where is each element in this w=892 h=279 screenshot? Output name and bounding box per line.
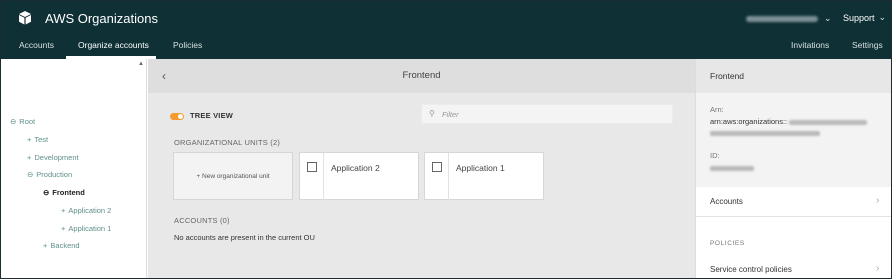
accounts-section-header: ACCOUNTS (0) [174,216,230,225]
expand-icon: + [27,153,32,162]
ou-card-application-1[interactable]: Application 1 [424,152,544,201]
expand-icon: + [61,224,66,233]
ou-tree-sidebar: ▲ ⊖ Root + Test + Development ⊖ Production ⊖… [1,59,147,278]
tree-node-label: Backend [50,241,80,250]
chevron-right-icon: › [876,195,880,206]
tree-node-frontend[interactable]: ⊖ Frontend [43,188,85,197]
app-window: AWS Organizations ⌄ Support ⌄ Accounts O… [0,0,892,279]
filter-input[interactable]: ⚲ Filter [421,104,673,124]
brand[interactable]: AWS Organizations [17,10,158,26]
tree-node-backend[interactable]: + Backend [43,241,80,250]
collapse-icon: ⊖ [43,188,50,197]
collapse-icon: ⊖ [10,117,17,126]
nav-policies[interactable]: Policies [173,40,202,50]
expand-icon: + [61,206,66,215]
policies-header: POLICIES [710,240,745,247]
nav-accounts[interactable]: Accounts [19,40,54,50]
tree-node-label: Production [36,170,73,179]
card-divider [448,153,449,201]
tree-node-label: Frontend [52,188,85,197]
panel-accounts-row[interactable]: Accounts › [696,187,891,217]
tree-node-label: Root [19,117,36,126]
tree-node-application-1[interactable]: + Application 1 [61,224,111,233]
collapse-icon: ⊖ [27,170,34,179]
account-name-redacted [746,15,818,22]
expand-icon: + [27,135,32,144]
arn-prefix: arn:aws:organizations:: [710,117,788,126]
panel-header: Frontend [696,59,891,93]
support-label: Support [843,12,875,23]
chevron-down-icon: ⌄ [824,13,832,23]
tree-node-production[interactable]: ⊖ Production [27,170,72,179]
tree-node-label: Application 1 [68,224,112,233]
arn-label: Arn: [710,105,724,114]
page-title: Frontend [402,70,441,81]
arn-redacted-line-2 [710,131,820,136]
aws-cube-icon [19,11,31,25]
chevron-down-icon: ⌄ [878,12,887,22]
panel-title: Frontend [710,71,745,81]
tree-view-label: TREE VIEW [190,111,234,120]
chevron-right-icon: › [876,263,880,274]
ou-card-application-2[interactable]: Application 2 [299,152,419,201]
tree-node-application-2[interactable]: + Application 2 [61,206,111,215]
main-header: ‹ Frontend [148,59,695,93]
ou-card-label: Application 2 [331,163,380,173]
scp-row-label: Service control policies [710,265,792,274]
ou-section-header: ORGANIZATIONAL UNITS (2) [174,138,281,147]
main-content: ‹ Frontend TREE VIEW ⚲ Filter ORGANIZATI… [148,59,695,278]
support-menu[interactable]: Support ⌄ [843,12,886,23]
card-divider [323,153,324,201]
details-panel: Frontend Arn: arn:aws:organizations:: ID… [695,59,891,278]
arn-value: arn:aws:organizations:: [710,117,868,126]
empty-accounts-message: No accounts are present in the current O… [174,233,315,242]
account-menu[interactable]: ⌄ [746,13,832,24]
tree-node-label: Development [34,153,79,162]
app-title: AWS Organizations [45,10,158,26]
new-ou-button[interactable]: + New organizational unit [173,152,293,200]
id-label: ID: [710,151,720,160]
nav-settings[interactable]: Settings [852,40,883,50]
tree-node-label: Application 2 [68,206,112,215]
filter-placeholder: Filter [442,110,459,119]
nav-organize-accounts[interactable]: Organize accounts [78,40,149,50]
ou-checkbox[interactable] [307,162,317,172]
new-ou-label: + New organizational unit [196,173,270,180]
tree-view-toggle[interactable] [170,113,184,120]
tree-node-development[interactable]: + Development [27,153,79,162]
panel-scp-row[interactable]: Service control policies › [696,259,891,278]
id-redacted [710,166,754,171]
scroll-up-icon[interactable]: ▲ [138,61,144,67]
ou-card-label: Application 1 [456,163,505,173]
accounts-row-label: Accounts [710,197,743,206]
search-icon: ⚲ [429,109,435,118]
tree-node-label: Test [34,135,49,144]
top-bar: AWS Organizations ⌄ Support ⌄ Accounts O… [1,1,891,59]
tree-node-root[interactable]: ⊖ Root [10,117,35,126]
nav-invitations[interactable]: Invitations [791,40,829,50]
expand-icon: + [43,241,48,250]
arn-redacted [789,119,868,125]
panel-info: Arn: arn:aws:organizations:: ID: [696,93,891,187]
tree-node-test[interactable]: + Test [27,135,48,144]
ou-checkbox[interactable] [432,162,442,172]
